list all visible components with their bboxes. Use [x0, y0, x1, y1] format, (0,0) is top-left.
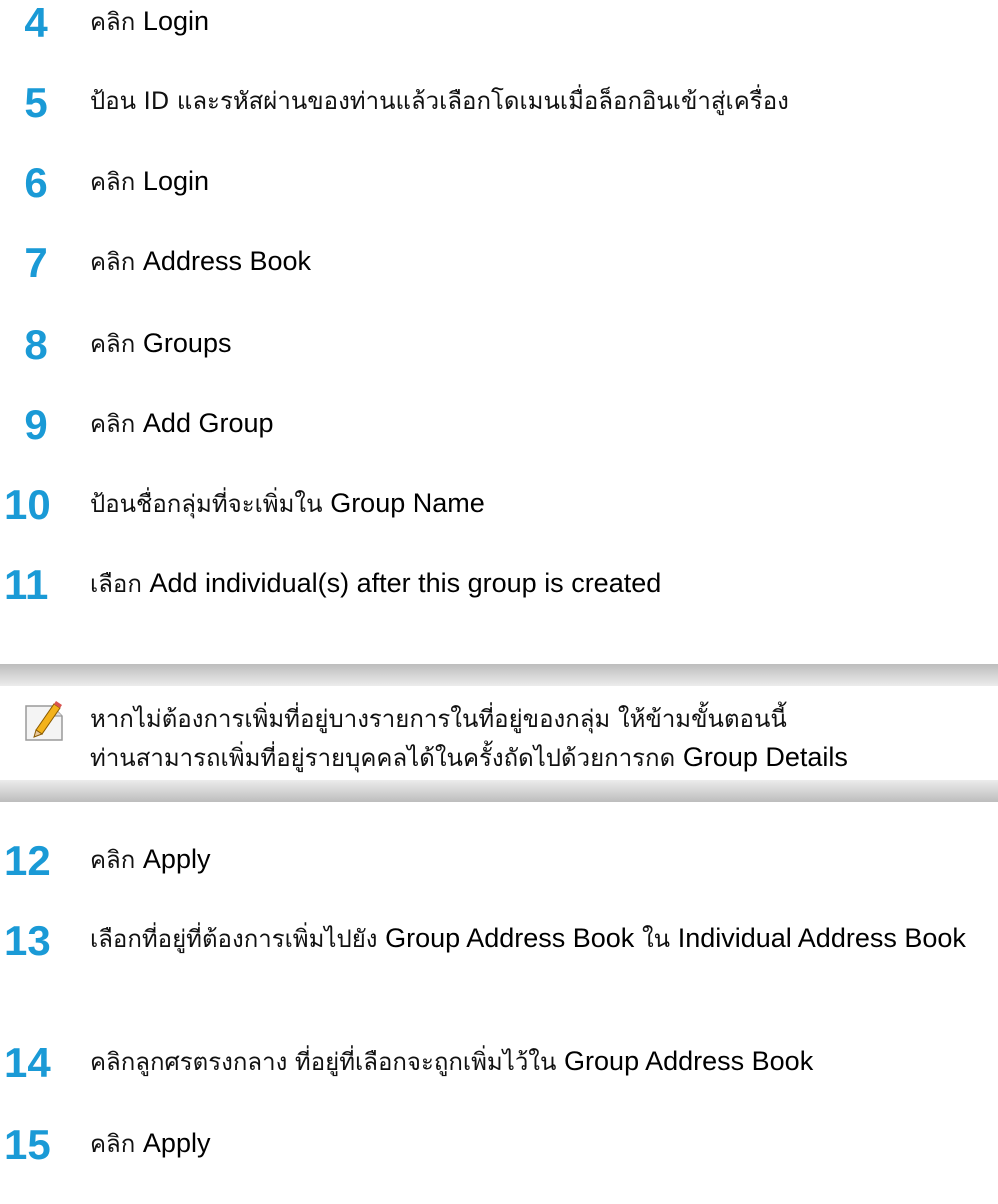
step-text: เลือก Add individual(s) after this group… — [90, 564, 661, 603]
step-text-plain: คลิก — [90, 410, 143, 438]
note-line-2-plain: ท่านสามารถเพิ่มที่อยู่รายบุคคลได้ในครั้ง… — [90, 744, 683, 772]
ui-term: Address Book — [142, 246, 312, 276]
step-text: ป้อน ID และรหัสผ่านของท่านแล้วเลือกโดเมน… — [90, 82, 789, 120]
step-15: 15 คลิก Apply — [0, 1122, 998, 1182]
step-number: 10 — [4, 481, 51, 528]
step-number: 12 — [4, 837, 51, 884]
note-line-2: ท่านสามารถเพิ่มที่อยู่รายบุคคลได้ในครั้ง… — [90, 738, 998, 777]
note-top-bar — [0, 664, 998, 686]
step-text-plain: เลือกที่อยู่ที่ต้องการเพิ่มไปยัง — [90, 925, 386, 953]
step-text: คลิก Address Book — [90, 242, 311, 281]
step-4: 4 คลิก Login — [0, 0, 998, 60]
step-text: คลิก Apply — [90, 1124, 210, 1163]
ui-term: Apply — [142, 1128, 211, 1158]
ui-term: Login — [142, 6, 209, 36]
ui-term: Add individual(s) after this group is cr… — [149, 568, 662, 598]
step-text: คลิก Groups — [90, 324, 231, 363]
step-13: 13 เลือกที่อยู่ที่ต้องการเพิ่มไปยัง Grou… — [0, 918, 998, 1008]
step-number: 4 — [24, 0, 48, 46]
note-bottom-bar — [0, 780, 998, 802]
step-7: 7 คลิก Address Book — [0, 240, 998, 300]
ui-term: Apply — [142, 844, 211, 874]
step-11: 11 เลือก Add individual(s) after this gr… — [0, 562, 998, 622]
step-text: ป้อนชื่อกลุ่มที่จะเพิ่มใน Group Name — [90, 484, 485, 523]
step-text-plain: เลือก — [90, 570, 150, 598]
step-text: คลิก Apply — [90, 840, 210, 879]
step-number: 11 — [4, 561, 49, 608]
step-number: 13 — [4, 917, 51, 964]
ui-term: Add Group — [142, 408, 274, 438]
ui-term: Groups — [142, 328, 232, 358]
step-9: 9 คลิก Add Group — [0, 402, 998, 462]
note-text: หากไม่ต้องการเพิ่มที่อยู่บางรายการในที่อ… — [90, 700, 998, 777]
step-number: 7 — [24, 239, 48, 286]
step-text: เลือกที่อยู่ที่ต้องการเพิ่มไปยัง Group A… — [90, 920, 970, 957]
step-8: 8 คลิก Groups — [0, 322, 998, 382]
step-14: 14 คลิกลูกศรตรงกลาง ที่อยู่ที่เลือกจะถูก… — [0, 1040, 998, 1100]
step-number: 14 — [4, 1039, 51, 1086]
note-line-1: หากไม่ต้องการเพิ่มที่อยู่บางรายการในที่อ… — [90, 705, 787, 733]
ui-term: Group Address Book — [385, 923, 635, 953]
ui-term: Login — [142, 166, 209, 196]
ui-term: Group Details — [682, 742, 848, 772]
step-10: 10 ป้อนชื่อกลุ่มที่จะเพิ่มใน Group Name — [0, 482, 998, 542]
step-text-plain: คลิกลูกศรตรงกลาง ที่อยู่ที่เลือกจะถูกเพิ… — [90, 1048, 565, 1076]
step-text-plain: คลิก — [90, 330, 143, 358]
step-text-plain: ใน — [634, 925, 678, 953]
ui-term: Individual Address Book — [677, 923, 966, 953]
step-12: 12 คลิก Apply — [0, 838, 998, 898]
step-text-plain: คลิก — [90, 8, 143, 36]
step-text-plain: ป้อน ID และรหัสผ่านของท่านแล้วเลือกโดเมน… — [90, 87, 789, 115]
step-6: 6 คลิก Login — [0, 160, 998, 220]
step-text-plain: คลิก — [90, 846, 143, 874]
step-text-plain: ป้อนชื่อกลุ่มที่จะเพิ่มใน — [90, 490, 331, 518]
step-number: 6 — [24, 159, 48, 206]
step-text-plain: คลิก — [90, 168, 143, 196]
ui-term: Group Address Book — [564, 1046, 814, 1076]
step-text-plain: คลิก — [90, 1130, 143, 1158]
step-text: คลิก Add Group — [90, 404, 274, 443]
step-number: 8 — [24, 321, 48, 368]
step-number: 5 — [24, 79, 48, 126]
step-number: 9 — [24, 401, 48, 448]
note-pencil-icon — [22, 700, 66, 744]
step-text-plain: คลิก — [90, 248, 143, 276]
note-box: หากไม่ต้องการเพิ่มที่อยู่บางรายการในที่อ… — [0, 664, 998, 802]
step-number: 15 — [4, 1121, 51, 1168]
step-text: คลิก Login — [90, 2, 209, 41]
ui-term: Group Name — [330, 488, 485, 518]
step-5: 5 ป้อน ID และรหัสผ่านของท่านแล้วเลือกโดเ… — [0, 80, 998, 140]
step-text: คลิกลูกศรตรงกลาง ที่อยู่ที่เลือกจะถูกเพิ… — [90, 1042, 813, 1081]
step-text: คลิก Login — [90, 162, 209, 201]
